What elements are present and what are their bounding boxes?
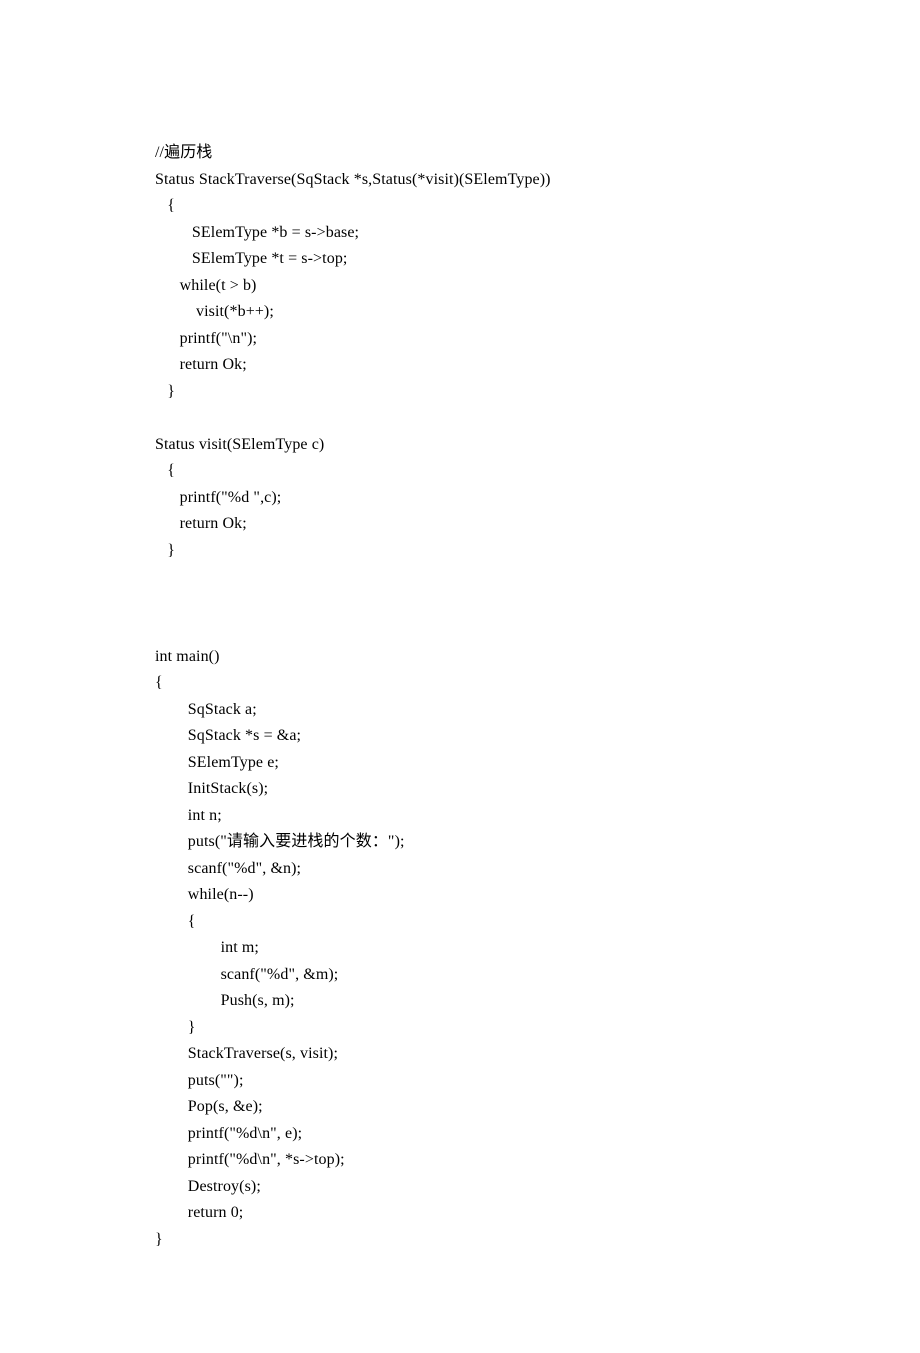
document-page: //遍历栈 Status StackTraverse(SqStack *s,St… bbox=[0, 0, 920, 1353]
code-block: //遍历栈 Status StackTraverse(SqStack *s,St… bbox=[155, 140, 840, 1253]
